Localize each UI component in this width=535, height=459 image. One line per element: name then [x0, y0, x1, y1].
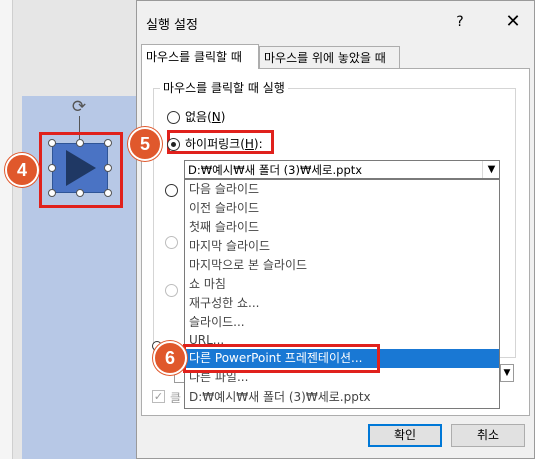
- step-badge-4: 4: [5, 153, 39, 187]
- tab-mouse-click[interactable]: 마우스를 클릭할 때: [141, 44, 259, 69]
- radio-hyperlink-label[interactable]: 하이퍼링크(H):: [185, 135, 263, 152]
- resize-handle-top[interactable]: [76, 139, 84, 147]
- radio-none[interactable]: [167, 111, 180, 124]
- step-badge-6: 6: [153, 341, 187, 375]
- dropdown-option[interactable]: 재구성한 쇼...: [189, 294, 259, 313]
- chevron-down-icon[interactable]: ▼: [482, 161, 500, 178]
- help-button[interactable]: ?: [447, 10, 473, 34]
- highlight-click-label: 클: [170, 391, 182, 405]
- tab-mouse-over[interactable]: 마우스를 위에 놓았을 때: [259, 46, 400, 68]
- option-highlight-box: [183, 344, 380, 373]
- action-group-label: 마우스를 클릭할 때 실행: [160, 79, 288, 96]
- radio-object-action: [165, 284, 178, 297]
- dropdown-option[interactable]: 첫째 슬라이드: [189, 218, 259, 237]
- dropdown-option[interactable]: 다음 슬라이드: [189, 180, 259, 199]
- ok-button[interactable]: 확인: [368, 424, 442, 447]
- radio-run-macro: [165, 236, 178, 249]
- checkmark-icon: ✓: [152, 390, 165, 403]
- dropdown-option[interactable]: 이전 슬라이드: [189, 199, 259, 218]
- close-button[interactable]: ✕: [500, 10, 526, 34]
- resize-handle-bottom-right[interactable]: [104, 189, 112, 197]
- resize-handle-bottom[interactable]: [76, 189, 84, 197]
- resize-handle-top-right[interactable]: [104, 139, 112, 147]
- radio-run-program[interactable]: [165, 184, 178, 197]
- dropdown-option[interactable]: 마지막으로 본 슬라이드: [189, 256, 307, 275]
- resize-handle-right[interactable]: [104, 164, 112, 172]
- radio-selected-dot: [171, 142, 176, 147]
- dialog-title: 실행 설정: [146, 18, 198, 33]
- rotate-handle-icon[interactable]: ⟳: [70, 98, 88, 116]
- chevron-down-icon[interactable]: ▼: [500, 364, 514, 382]
- editor-side-strip: [0, 0, 13, 459]
- radio-hyperlink[interactable]: [167, 138, 180, 151]
- radio-none-label[interactable]: 없음(N): [185, 108, 225, 125]
- dropdown-option[interactable]: 쇼 마침: [189, 275, 226, 294]
- resize-handle-left[interactable]: [48, 164, 56, 172]
- resize-handle-top-left[interactable]: [48, 139, 56, 147]
- dropdown-option[interactable]: 마지막 슬라이드: [189, 237, 270, 256]
- resize-handle-bottom-left[interactable]: [48, 189, 56, 197]
- hyperlink-combo-value: D:₩예시₩새 폴더 (3)₩세로.pptx: [188, 163, 363, 177]
- cancel-button[interactable]: 취소: [451, 424, 525, 447]
- play-icon: [66, 150, 96, 186]
- dropdown-option[interactable]: 슬라이드...: [189, 313, 245, 332]
- dropdown-option[interactable]: D:₩예시₩새 폴더 (3)₩세로.pptx: [189, 388, 371, 407]
- step-badge-5: 5: [128, 127, 162, 161]
